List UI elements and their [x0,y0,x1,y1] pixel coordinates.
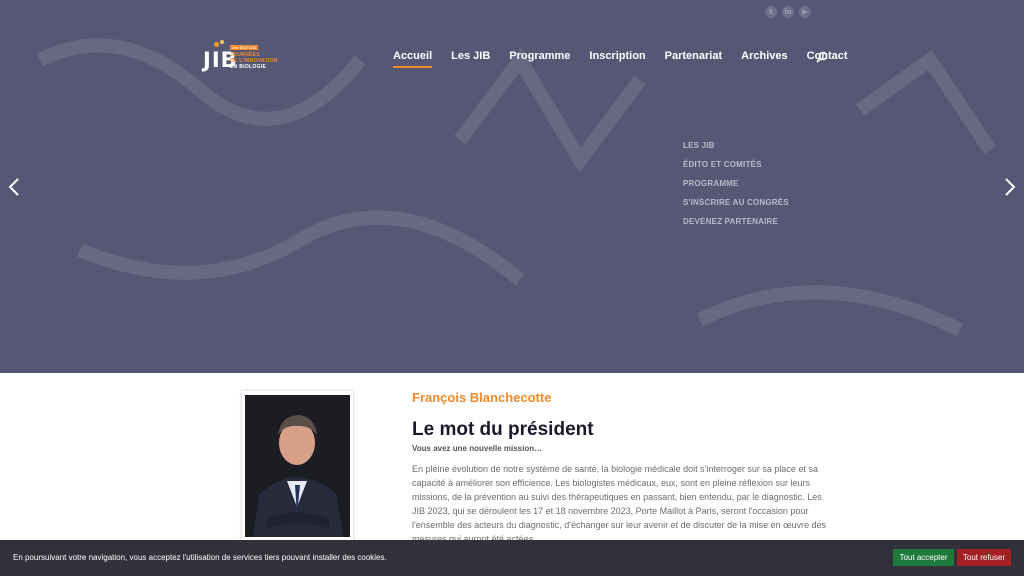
nav-item-archives[interactable]: Archives [741,50,787,62]
logo-tagline-line3: EN BIOLOGIE [230,64,267,70]
quick-link-inscrire[interactable]: S'INSCRIRE AU CONGRÈS [683,198,789,207]
president-paragraph: En pleine évolution de notre système de … [412,464,827,544]
youtube-icon[interactable]: ▶ [799,6,811,18]
nav-item-inscription[interactable]: Inscription [589,50,645,62]
refuse-cookies-button[interactable]: Tout refuser [957,549,1011,566]
president-portrait-image [245,395,350,537]
hero-quick-links: LES JIB ÉDITO ET COMITÉS PROGRAMME S'INS… [683,141,789,236]
nav-item-les-jib[interactable]: Les JIB [451,50,490,62]
president-message: François Blanchecotte Le mot du présiden… [412,390,827,546]
section-title: Le mot du président [412,419,594,440]
logo-dot [220,40,224,44]
president-photo [245,395,350,537]
cookie-text: En poursuivant votre navigation, vous ac… [13,553,387,562]
accept-cookies-button[interactable]: Tout accepter [893,549,954,566]
social-links: t in ▶ [765,6,811,18]
slider-prev-arrow-icon[interactable] [8,178,20,196]
main-nav: Accueil Les JIB Programme Inscription Pa… [393,50,867,68]
search-icon[interactable] [816,51,828,63]
nav-item-accueil[interactable]: Accueil [393,50,433,68]
logo-tagline: JOURNÉES DE L'INNOVATION EN BIOLOGIE [230,52,278,70]
logo-edition-badge: 16e ÉDITION [230,45,259,50]
cookie-banner: En poursuivant votre navigation, vous ac… [0,540,1024,576]
twitter-icon[interactable]: t [765,6,777,18]
section-subtitle: Vous avez une nouvelle mission… [412,444,543,453]
slider-next-arrow-icon[interactable] [1004,178,1016,196]
quick-link-edito[interactable]: ÉDITO ET COMITÉS [683,160,789,169]
quick-link-les-jib[interactable]: LES JIB [683,141,789,150]
quick-link-partenaire[interactable]: DEVENEZ PARTENAIRE [683,217,789,226]
nav-item-partenariat[interactable]: Partenariat [665,50,722,62]
nav-item-programme[interactable]: Programme [509,50,570,62]
president-photo-frame [242,391,353,541]
logo-dot [214,42,219,47]
linkedin-icon[interactable]: in [782,6,794,18]
quick-link-programme[interactable]: PROGRAMME [683,179,789,188]
president-name: François Blanchecotte [412,390,552,405]
hero-slider: t in ▶ JIB 16e ÉDITION JOURNÉES DE L'INN… [0,0,1024,373]
